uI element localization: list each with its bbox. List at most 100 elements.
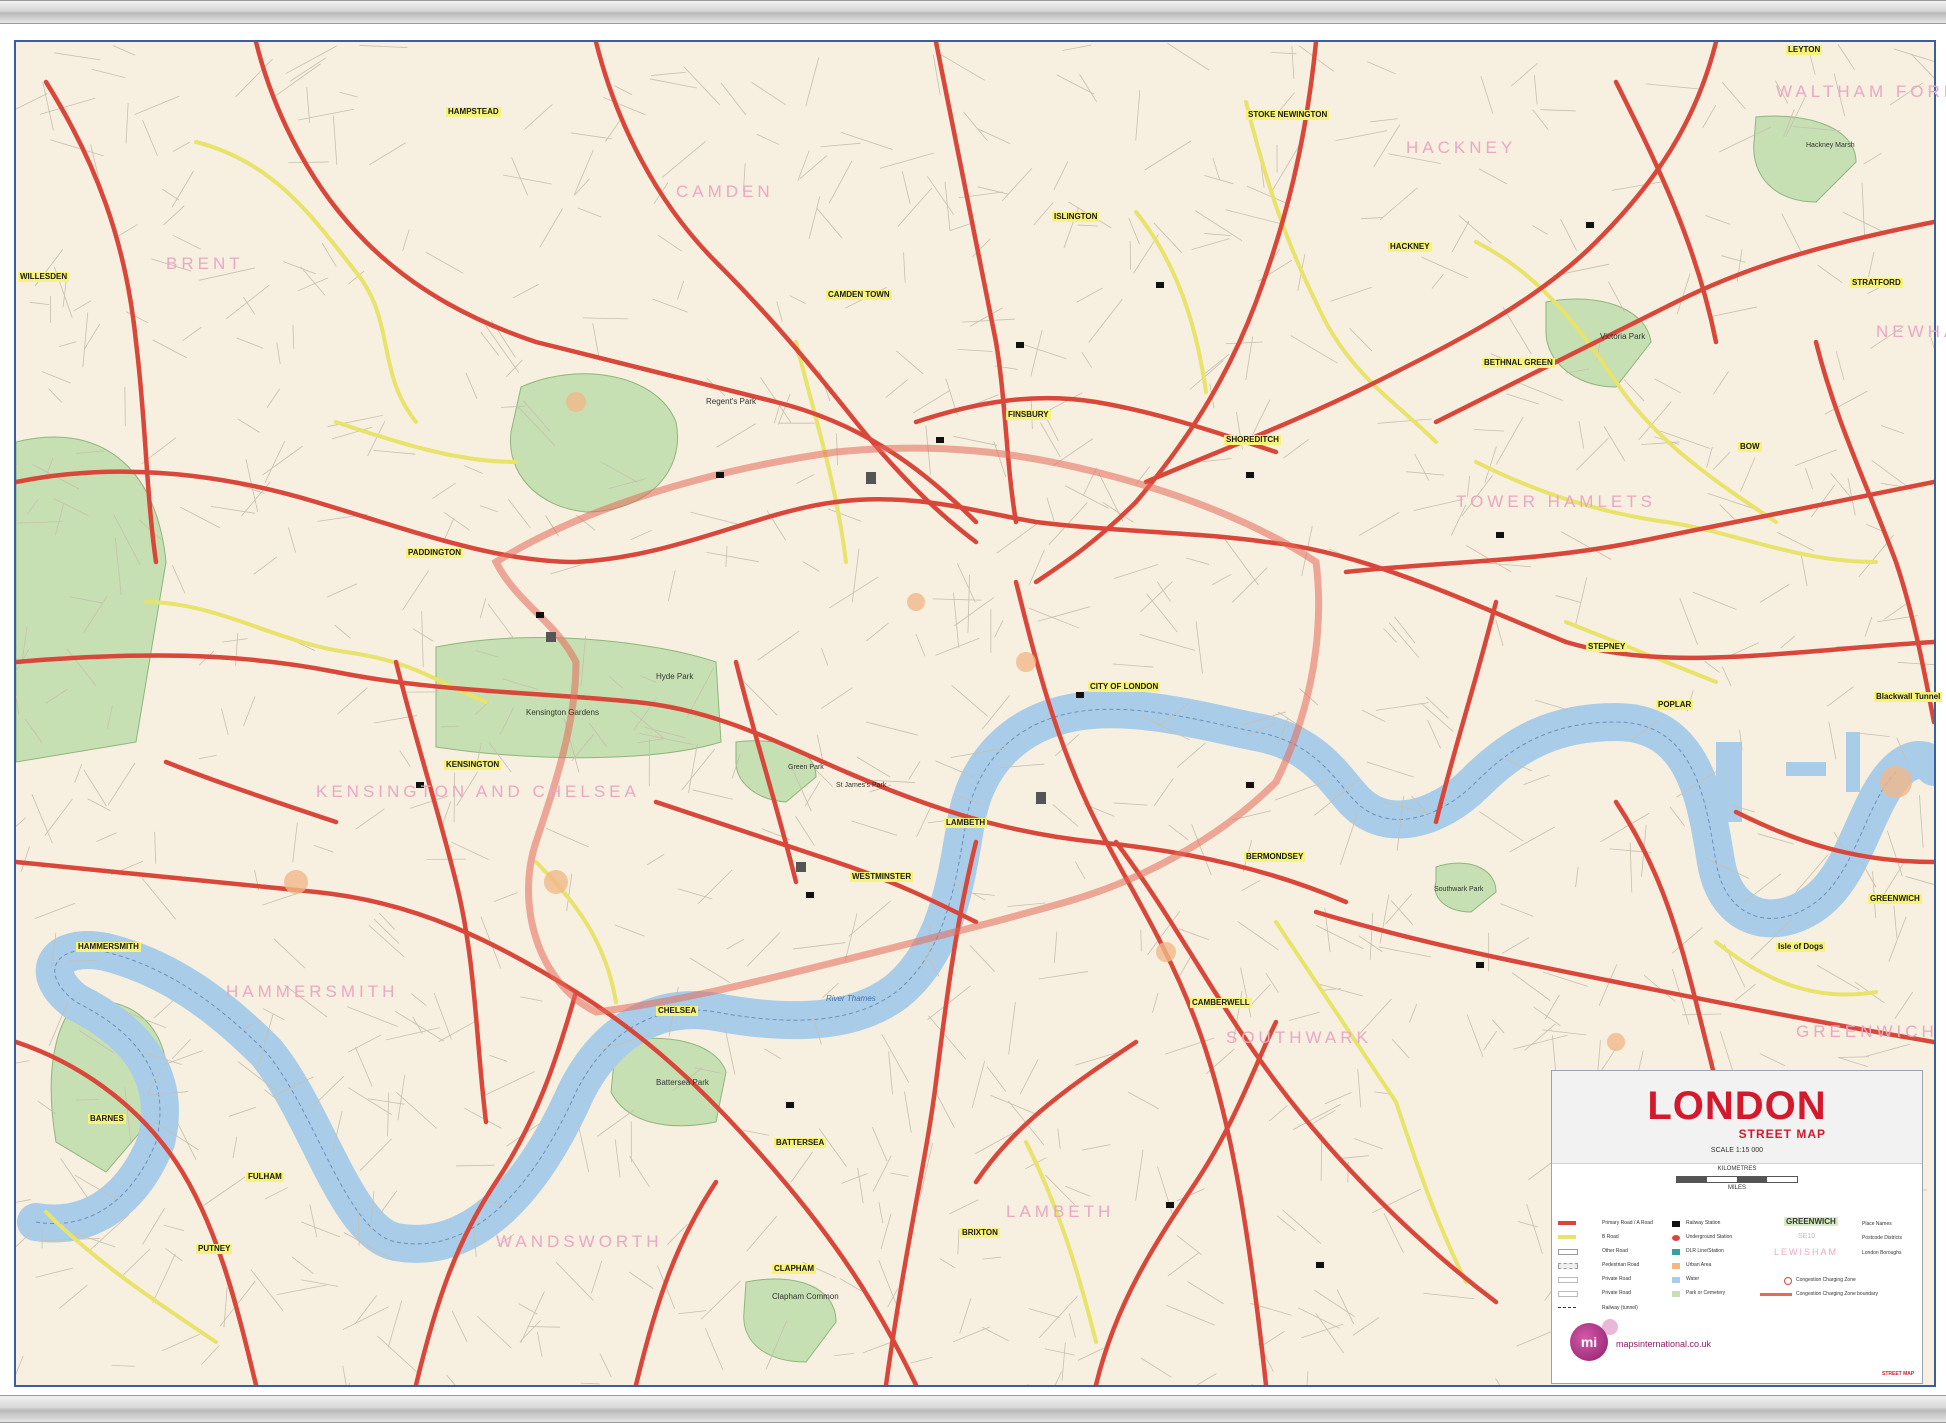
minor-street (649, 78, 697, 89)
minor-street (1576, 437, 1609, 471)
minor-street (153, 998, 175, 1019)
minor-street (198, 754, 217, 760)
publisher-website[interactable]: mapsinternational.co.uk (1616, 1339, 1711, 1349)
minor-street (1292, 1103, 1342, 1131)
minor-street (1431, 273, 1444, 289)
minor-street (1781, 213, 1804, 256)
legend-swatch-water (1672, 1277, 1680, 1283)
minor-street (1064, 1185, 1091, 1197)
minor-street (1291, 46, 1295, 79)
minor-street (292, 822, 298, 863)
minor-street (1187, 1281, 1224, 1305)
scale-text: SCALE 1:15 000 (1710, 1147, 1764, 1154)
minor-street (1466, 1014, 1484, 1057)
minor-street (1113, 564, 1159, 579)
minor-street (1290, 335, 1338, 364)
minor-street (603, 97, 646, 116)
minor-street (879, 152, 934, 169)
hackney-marsh (1753, 115, 1857, 203)
minor-street (41, 371, 71, 384)
minor-street (545, 827, 589, 848)
minor-street (275, 63, 321, 97)
minor-street (87, 798, 111, 812)
minor-street (677, 888, 713, 900)
minor-street (856, 756, 891, 778)
borough-label: HAMMERSMITH (226, 982, 399, 1001)
minor-street (397, 1074, 406, 1121)
minor-street (262, 1008, 285, 1021)
minor-street (951, 684, 989, 717)
legend-swatch-station (1672, 1221, 1680, 1227)
minor-street (288, 527, 296, 553)
minor-street (1880, 482, 1902, 487)
place-label: KENSINGTON (444, 760, 502, 770)
minor-street (1144, 140, 1191, 171)
minor-street (776, 301, 783, 322)
minor-street (953, 435, 998, 446)
river-label: River Thames (826, 994, 876, 1003)
minor-street (1702, 105, 1717, 129)
minor-street (574, 178, 590, 196)
minor-street (465, 372, 478, 399)
minor-street (355, 808, 385, 830)
minor-street (629, 1155, 650, 1188)
minor-street (1555, 595, 1581, 603)
minor-street (201, 1345, 220, 1365)
minor-street (285, 45, 337, 74)
minor-street (1423, 1292, 1475, 1300)
minor-street (463, 465, 483, 474)
minor-street (683, 66, 721, 106)
minor-street (1316, 925, 1364, 950)
place-label: LEYTON (1786, 45, 1823, 55)
minor-street (1153, 778, 1174, 807)
minor-street (1518, 1221, 1538, 1228)
minor-street (1008, 1002, 1016, 1055)
minor-street (927, 176, 955, 215)
minor-street (1027, 1383, 1029, 1385)
minor-street (646, 853, 665, 866)
minor-street (1526, 1203, 1543, 1255)
minor-street (396, 1092, 437, 1129)
minor-street (1274, 780, 1329, 801)
minor-street (1721, 666, 1732, 687)
minor-street (1491, 1019, 1505, 1034)
minor-street (1523, 774, 1550, 786)
legend-swatch-ccz (1784, 1277, 1792, 1285)
minor-street (700, 1280, 741, 1320)
minor-street (1225, 341, 1263, 345)
minor-street (438, 1020, 477, 1043)
minor-street (1268, 1105, 1288, 1122)
map-frame[interactable]: HAMPSTEAD CAMDEN TOWN STOKE NEWINGTON HA… (14, 40, 1946, 1387)
minor-street (630, 530, 652, 540)
minor-street (1375, 702, 1429, 711)
minor-street (402, 229, 410, 251)
borough-label: CAMDEN (676, 182, 774, 201)
minor-street (1349, 328, 1373, 352)
minor-street (339, 91, 358, 98)
minor-street (1369, 912, 1374, 960)
minor-street (291, 1256, 314, 1274)
minor-street (967, 574, 970, 633)
minor-street (31, 794, 53, 844)
minor-street (827, 508, 862, 522)
minor-street (1212, 157, 1220, 180)
minor-street (1759, 583, 1790, 603)
minor-street (172, 141, 191, 152)
minor-street (520, 996, 543, 1002)
minor-street (939, 1258, 956, 1269)
minor-street (479, 598, 487, 619)
minor-street (1053, 931, 1058, 963)
minor-street (1378, 946, 1432, 958)
minor-street (773, 405, 780, 424)
minor-street (73, 300, 92, 312)
minor-street (1176, 1235, 1202, 1256)
minor-street (888, 1051, 893, 1095)
minor-street (537, 1331, 543, 1357)
minor-street (1780, 635, 1796, 649)
legend-item: Water (1686, 1276, 1700, 1282)
minor-street (1681, 1013, 1722, 1016)
minor-street (1864, 616, 1873, 637)
minor-street (866, 622, 889, 642)
minor-street (346, 1006, 398, 1027)
minor-street (959, 1298, 972, 1334)
